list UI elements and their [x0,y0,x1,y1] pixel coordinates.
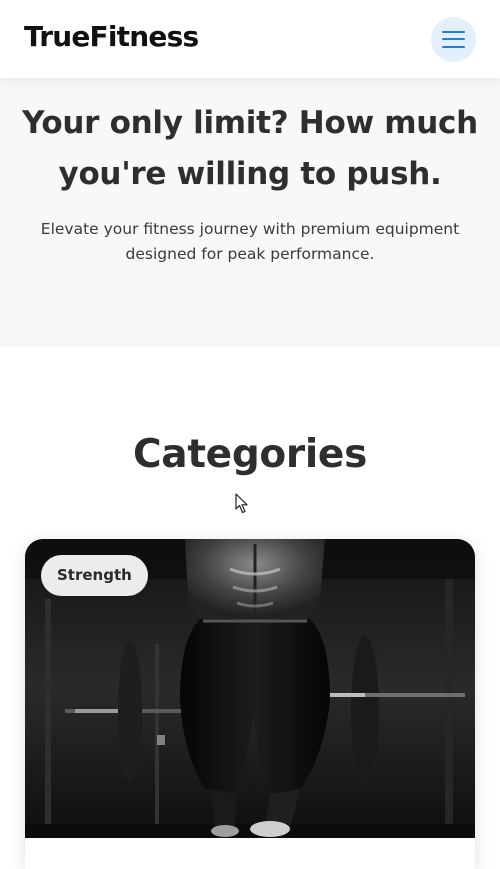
hamburger-menu-icon-bar [442,38,465,40]
categories-heading: Categories [132,432,367,477]
hero-title: Your only limit? How much you're willing… [22,105,478,192]
mouse-cursor-icon [235,493,248,514]
hamburger-menu-icon [442,31,465,33]
category-badge: Strength [41,555,148,596]
hamburger-menu-icon-bar [442,46,465,48]
category-card-strength[interactable]: Strength [25,539,475,869]
hero-section: Your only limit? How much you're willing… [0,78,500,347]
brand-logo[interactable]: TrueFitness [24,20,199,53]
top-navbar: TrueFitness [0,0,500,78]
hero-subtitle: Elevate your fitness journey with premiu… [40,220,460,263]
menu-button[interactable] [431,17,476,62]
